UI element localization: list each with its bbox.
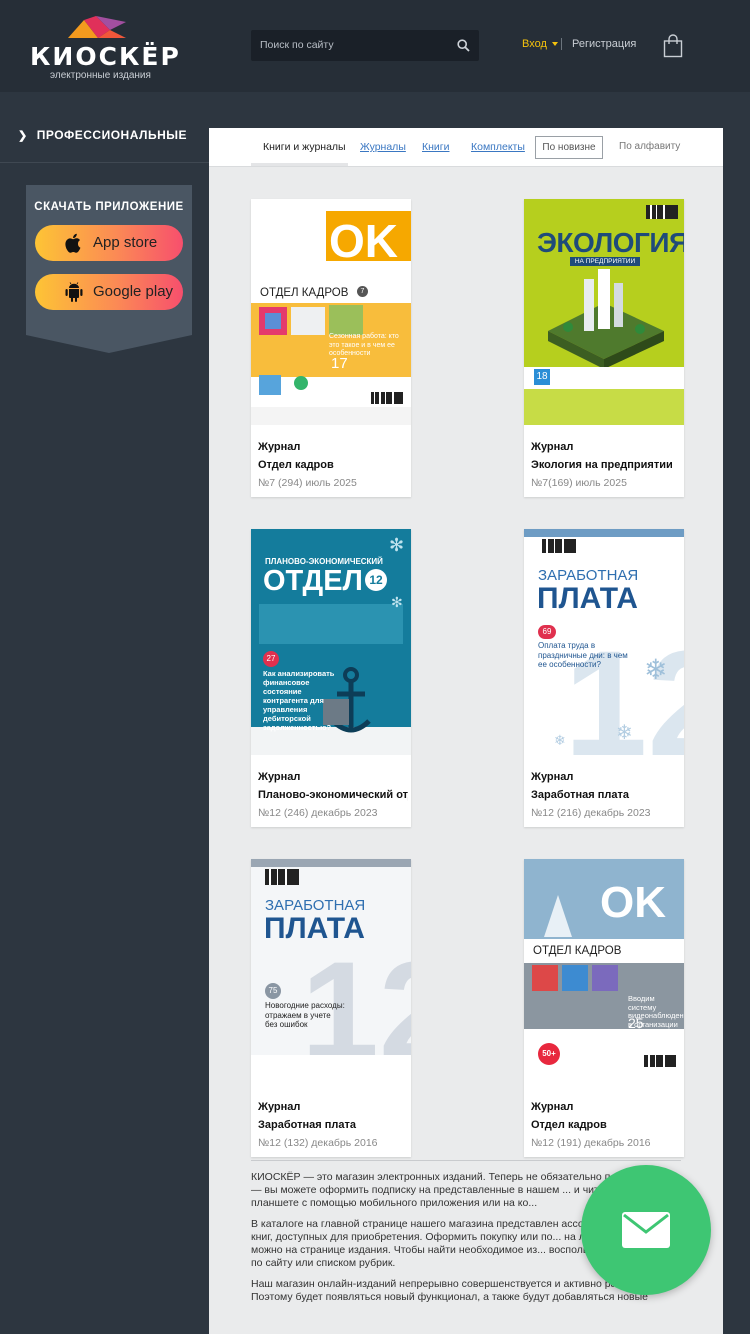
- google-play-button[interactable]: Google play: [35, 274, 183, 310]
- chevron-down-icon: [551, 42, 558, 47]
- magazine-cover[interactable]: 12 ЗАРАБОТНАЯ ПЛАТА 75 Новогодние расход…: [251, 859, 411, 1085]
- cover-feature: Новогодние расходы: отражаем в учете без…: [265, 1001, 345, 1029]
- cover-title: ЭКОЛОГИЯ: [537, 227, 684, 258]
- svg-text:✻: ✻: [389, 535, 404, 555]
- tab-books-and-journals[interactable]: Книги и журналы: [263, 141, 346, 153]
- product-type: Журнал: [258, 441, 301, 453]
- logo-mark-icon: [68, 16, 126, 38]
- product-card[interactable]: 12 ЗАРАБОТНАЯ ПЛАТА 75 Новогодние расход…: [251, 859, 411, 1157]
- product-card[interactable]: OK ОТДЕЛ КАДРОВ 7 Сезонная работа: кто э…: [251, 199, 411, 497]
- app-store-label: App store: [93, 234, 158, 251]
- site-header: КИОСКЁР электронные издания Поиск по сай…: [0, 0, 750, 92]
- cover-feature-number: 25: [628, 1015, 644, 1031]
- svg-text:❄: ❄: [616, 722, 633, 744]
- apple-icon: [65, 233, 81, 253]
- cover-title: ОТДЕЛ: [263, 565, 363, 597]
- catalog-tabs: Книги и журналы Журналы Книги Комплекты …: [209, 128, 723, 167]
- magazine-cover[interactable]: OK ОТДЕЛ КАДРОВ Вводим систему видеонабл…: [524, 859, 684, 1085]
- google-play-label: Google play: [93, 283, 174, 300]
- sort-by-alphabet-button[interactable]: По алфавиту: [619, 141, 680, 152]
- mail-icon: [622, 1212, 670, 1248]
- product-type: Журнал: [258, 1101, 301, 1113]
- magazine-cover[interactable]: ЭКОЛОГИЯ НА ПРЕДПРИЯТИИ 18: [524, 199, 684, 425]
- logo[interactable]: КИОСКЁР электронные издания: [30, 14, 179, 84]
- magazine-cover[interactable]: ✻ ✻ ПЛАНОВО-ЭКОНОМИЧЕСКИЙ ОТДЕЛ 12 27 Ка…: [251, 529, 411, 755]
- app-panel-title: СКАЧАТЬ ПРИЛОЖЕНИЕ: [34, 201, 184, 213]
- product-title[interactable]: Отдел кадров: [531, 1119, 681, 1131]
- product-card[interactable]: OK ОТДЕЛ КАДРОВ Вводим систему видеонабл…: [524, 859, 684, 1157]
- product-card[interactable]: ✻ ✻ ПЛАНОВО-ЭКОНОМИЧЕСКИЙ ОТДЕЛ 12 27 Ка…: [251, 529, 411, 827]
- cover-title: ОТДЕЛ КАДРОВ: [260, 287, 349, 299]
- product-title[interactable]: Отдел кадров: [258, 459, 408, 471]
- shopping-bag-icon[interactable]: [663, 34, 683, 58]
- cover-feature: Оплата труда в праздничные дни: в чем ее…: [538, 641, 628, 669]
- android-icon: [65, 282, 83, 302]
- cover-feature-number: 69: [538, 625, 556, 639]
- cover-art: OK: [251, 199, 411, 425]
- sort-by-newest-button[interactable]: По новизне: [535, 136, 603, 159]
- product-title[interactable]: Планово-экономический отдел: [258, 789, 408, 801]
- cover-badge: 50+: [538, 1043, 560, 1065]
- cover-feature-number: 75: [265, 983, 281, 999]
- search-icon[interactable]: [457, 39, 470, 52]
- register-link[interactable]: Регистрация: [572, 38, 636, 50]
- product-card[interactable]: ЭКОЛОГИЯ НА ПРЕДПРИЯТИИ 18 Журнал Эколог…: [524, 199, 684, 497]
- catalog-panel: Книги и журналы Журналы Книги Комплекты …: [209, 128, 723, 1334]
- cover-feature-number: 27: [263, 651, 279, 667]
- magazine-cover[interactable]: 12 ❄ ❄ ❄ ЗАРАБОТНАЯ ПЛАТА 69 Оплата труд…: [524, 529, 684, 755]
- product-title[interactable]: Заработная плата: [531, 789, 681, 801]
- product-issue: №7(169) июль 2025: [531, 477, 627, 489]
- chevron-right-icon: ❯: [18, 130, 28, 142]
- cover-subtitle: НА ПРЕДПРИЯТИИ: [570, 257, 640, 266]
- svg-text:❄: ❄: [644, 654, 667, 685]
- product-type: Журнал: [258, 771, 301, 783]
- product-issue: №12 (191) декабрь 2016: [531, 1137, 651, 1149]
- logo-text: КИОСКЁР: [30, 42, 181, 71]
- product-card[interactable]: 12 ❄ ❄ ❄ ЗАРАБОТНАЯ ПЛАТА 69 Оплата труд…: [524, 529, 684, 827]
- login-label: Вход: [522, 38, 547, 50]
- svg-text:OK: OK: [600, 878, 666, 927]
- login-link[interactable]: Вход: [522, 38, 558, 50]
- search-input[interactable]: Поиск по сайту: [251, 30, 479, 61]
- product-issue: №12 (132) декабрь 2016: [258, 1137, 378, 1149]
- product-issue: №7 (294) июль 2025: [258, 477, 357, 489]
- tab-books[interactable]: Книги: [422, 141, 449, 153]
- download-app-panel: СКАЧАТЬ ПРИЛОЖЕНИЕ App store Google play: [26, 185, 192, 353]
- cover-feature: Как анализировать финансовое состояние к…: [263, 669, 335, 732]
- cover-issue-number: 12: [365, 569, 387, 591]
- logo-subtitle: электронные издания: [50, 70, 151, 81]
- svg-text:OK: OK: [329, 215, 398, 267]
- search-placeholder: Поиск по сайту: [260, 39, 334, 51]
- product-type: Журнал: [531, 771, 574, 783]
- svg-text:❄: ❄: [554, 732, 566, 748]
- product-title[interactable]: Заработная плата: [258, 1119, 408, 1131]
- cover-feature-number: 18: [534, 369, 550, 385]
- feedback-mail-button[interactable]: [581, 1165, 711, 1295]
- product-type: Журнал: [531, 1101, 574, 1113]
- sidebar-item-label: ПРОФЕССИОНАЛЬНЫЕ: [36, 128, 188, 142]
- sidebar-item-professional[interactable]: ❯ ПРОФЕССИОНАЛЬНЫЕ: [18, 128, 187, 142]
- svg-text:✻: ✻: [391, 594, 403, 610]
- cover-issue-number: 7: [357, 286, 368, 297]
- product-issue: №12 (246) декабрь 2023: [258, 807, 378, 819]
- cover-title-line2: ПЛАТА: [264, 912, 365, 945]
- active-tab-indicator: [251, 163, 348, 166]
- cover-art: 12: [251, 859, 411, 1085]
- about-divider: [251, 1160, 681, 1161]
- cover-title-line2: ПЛАТА: [537, 582, 638, 615]
- product-issue: №12 (216) декабрь 2023: [531, 807, 651, 819]
- tab-journals[interactable]: Журналы: [360, 141, 406, 153]
- product-title[interactable]: Экология на предприятии: [531, 459, 681, 471]
- header-divider: [561, 38, 562, 50]
- cover-feature-number: 17: [331, 355, 348, 372]
- sidebar-divider: [0, 162, 209, 163]
- app-store-button[interactable]: App store: [35, 225, 183, 261]
- cover-title: ОТДЕЛ КАДРОВ: [533, 945, 622, 957]
- magazine-cover[interactable]: OK ОТДЕЛ КАДРОВ 7 Сезонная работа: кто э…: [251, 199, 411, 425]
- product-type: Журнал: [531, 441, 574, 453]
- tab-kits[interactable]: Комплекты: [471, 141, 525, 153]
